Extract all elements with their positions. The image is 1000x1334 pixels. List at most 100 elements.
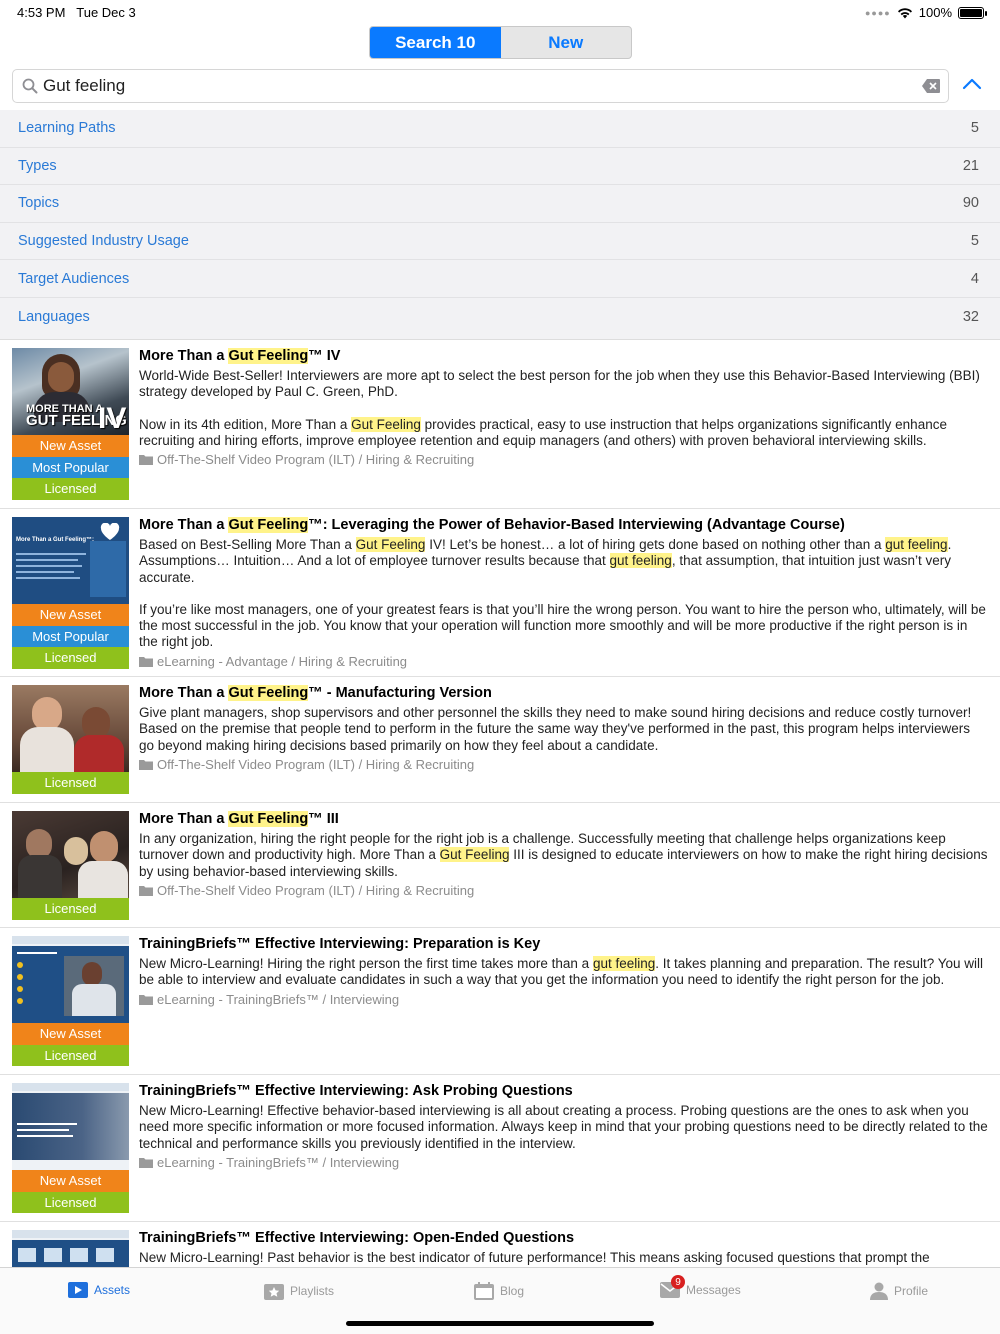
favorite-heart-icon[interactable] [100, 523, 120, 541]
asset-thumbnail[interactable] [12, 1230, 129, 1268]
list-item[interactable]: MORE THAN A GUT FEELING IV New Asset Most… [0, 340, 1000, 509]
list-item[interactable]: New Asset Licensed TrainingBriefs™ Effec… [0, 1075, 1000, 1222]
tab-playlists[interactable]: Playlists [264, 1282, 334, 1300]
facet-learning-paths[interactable]: Learning Paths 5 [0, 110, 1000, 148]
item-description: In any organization, hiring the right pe… [139, 831, 988, 879]
results-list: MORE THAN A GUT FEELING IV New Asset Most… [0, 340, 1000, 1268]
search-bar [12, 69, 949, 103]
item-category-path: eLearning - TrainingBriefs™ / Interviewi… [139, 1154, 988, 1171]
folder-icon [139, 994, 153, 1005]
new-asset-badge: New Asset [12, 1170, 129, 1192]
most-popular-badge: Most Popular [12, 456, 129, 478]
facet-languages[interactable]: Languages 32 [0, 298, 1000, 336]
asset-thumbnail[interactable]: MORE THAN A GUT FEELING IV New Asset Most… [12, 348, 129, 500]
item-title[interactable]: TrainingBriefs™ Effective Interviewing: … [139, 1230, 988, 1247]
item-category-path: Off-The-Shelf Video Program (ILT) / Hiri… [139, 756, 988, 773]
messages-count-badge: 9 [671, 1275, 685, 1289]
user-profile-icon [870, 1282, 888, 1300]
facet-count: 90 [962, 195, 979, 212]
signal-dots-icon: ●●●● [865, 7, 891, 18]
folder-icon [139, 885, 153, 896]
clear-text-icon[interactable] [922, 79, 940, 93]
facet-count: 4 [970, 270, 979, 287]
item-content: More Than a Gut Feeling™ III In any orga… [139, 811, 988, 899]
item-title[interactable]: TrainingBriefs™ Effective Interviewing: … [139, 1083, 988, 1100]
item-content: More Than a Gut Feeling™ - Manufacturing… [139, 685, 988, 773]
wifi-icon [897, 7, 912, 18]
tab-profile[interactable]: Profile [870, 1282, 928, 1300]
thumbnail-image [12, 811, 129, 898]
facet-label: Topics [18, 195, 60, 212]
facet-count: 32 [962, 308, 979, 325]
thumbnail-image [12, 685, 129, 772]
segment-search[interactable]: Search 10 [370, 27, 501, 58]
most-popular-badge: Most Popular [12, 625, 129, 647]
item-description: World-Wide Best-Seller! Interviewers are… [139, 368, 980, 448]
folder-icon [139, 656, 153, 667]
facet-topics[interactable]: Topics 90 [0, 185, 1000, 223]
facet-types[interactable]: Types 21 [0, 148, 1000, 186]
list-item[interactable]: Licensed More Than a Gut Feeling™ - Manu… [0, 677, 1000, 803]
tab-label: Profile [894, 1284, 929, 1298]
play-video-icon [68, 1282, 88, 1298]
licensed-badge: Licensed [12, 1191, 129, 1213]
chevron-up-icon[interactable] [961, 76, 983, 92]
list-item[interactable]: TrainingBriefs™ Effective Interviewing: … [0, 1222, 1000, 1268]
thumbnail-image [12, 1230, 129, 1268]
licensed-badge: Licensed [12, 1044, 129, 1066]
thumbnail-numeral: IV [98, 402, 127, 435]
item-title[interactable]: More Than a Gut Feeling™ - Manufacturing… [139, 685, 988, 702]
facet-suggested-industry-usage[interactable]: Suggested Industry Usage 5 [0, 223, 1000, 261]
tab-assets[interactable]: Assets [68, 1282, 130, 1298]
facet-label: Target Audiences [18, 270, 130, 287]
facet-label: Suggested Industry Usage [18, 233, 189, 250]
folder-icon [139, 1157, 153, 1168]
asset-thumbnail[interactable]: New Asset Licensed [12, 1083, 129, 1213]
thumbnail-caption: More Than a Gut Feeling™: [16, 537, 95, 543]
item-description: New Micro-Learning! Hiring the right per… [139, 956, 983, 988]
tab-messages[interactable]: 9 Messages [660, 1275, 741, 1298]
item-title[interactable]: More Than a Gut Feeling™ IV [139, 348, 988, 365]
item-description: New Micro-Learning! Past behavior is the… [139, 1250, 930, 1265]
tab-label: Blog [500, 1284, 525, 1298]
facet-count: 5 [970, 120, 979, 137]
search-input[interactable] [43, 73, 903, 99]
facet-label: Types [18, 157, 57, 174]
facet-label: Learning Paths [18, 120, 116, 137]
list-item[interactable]: More Than a Gut Feeling™: New Asset Most… [0, 509, 1000, 677]
asset-thumbnail[interactable]: Licensed [12, 685, 129, 794]
new-asset-badge: New Asset [12, 435, 129, 457]
status-time: 4:53 PM Tue Dec 3 [17, 5, 136, 20]
item-description: Give plant managers, shop supervisors an… [139, 705, 972, 753]
list-item[interactable]: Licensed More Than a Gut Feeling™ III In… [0, 803, 1000, 928]
asset-thumbnail[interactable]: More Than a Gut Feeling™: New Asset Most… [12, 517, 129, 669]
tab-label: Assets [94, 1283, 131, 1297]
item-content: TrainingBriefs™ Effective Interviewing: … [139, 1230, 988, 1266]
facet-label: Languages [18, 308, 90, 325]
thumbnail-image: MORE THAN A GUT FEELING IV [12, 348, 129, 435]
status-bar: 4:53 PM Tue Dec 3 ●●●● 100% [0, 0, 1000, 24]
facet-target-audiences[interactable]: Target Audiences 4 [0, 260, 1000, 298]
item-title[interactable]: More Than a Gut Feeling™: Leveraging the… [139, 517, 988, 534]
status-right: ●●●● 100% [865, 5, 987, 20]
tab-blog[interactable]: Blog [474, 1282, 524, 1300]
list-item[interactable]: New Asset Licensed TrainingBriefs™ Effec… [0, 928, 1000, 1075]
facet-count: 5 [970, 233, 979, 250]
item-content: More Than a Gut Feeling™: Leveraging the… [139, 517, 988, 670]
licensed-badge: Licensed [12, 647, 129, 669]
asset-thumbnail[interactable]: New Asset Licensed [12, 936, 129, 1066]
item-content: More Than a Gut Feeling™ IV World-Wide B… [139, 348, 988, 468]
item-title[interactable]: TrainingBriefs™ Effective Interviewing: … [139, 936, 988, 953]
segment-new[interactable]: New [501, 27, 632, 58]
facet-list: Learning Paths 5 Types 21 Topics 90 Suggest… [0, 110, 1000, 340]
item-description: Based on Best-Selling More Than a Gut Fe… [139, 537, 986, 650]
item-title[interactable]: More Than a Gut Feeling™ III [139, 811, 988, 828]
item-description: New Micro-Learning! Effective behavior-b… [139, 1103, 988, 1151]
facet-count: 21 [962, 157, 979, 174]
search-icon [22, 78, 38, 94]
home-indicator[interactable] [346, 1321, 654, 1326]
segmented-control: Search 10 New [369, 26, 632, 59]
calendar-icon [474, 1282, 494, 1300]
tab-label: Messages [686, 1283, 741, 1297]
asset-thumbnail[interactable]: Licensed [12, 811, 129, 920]
